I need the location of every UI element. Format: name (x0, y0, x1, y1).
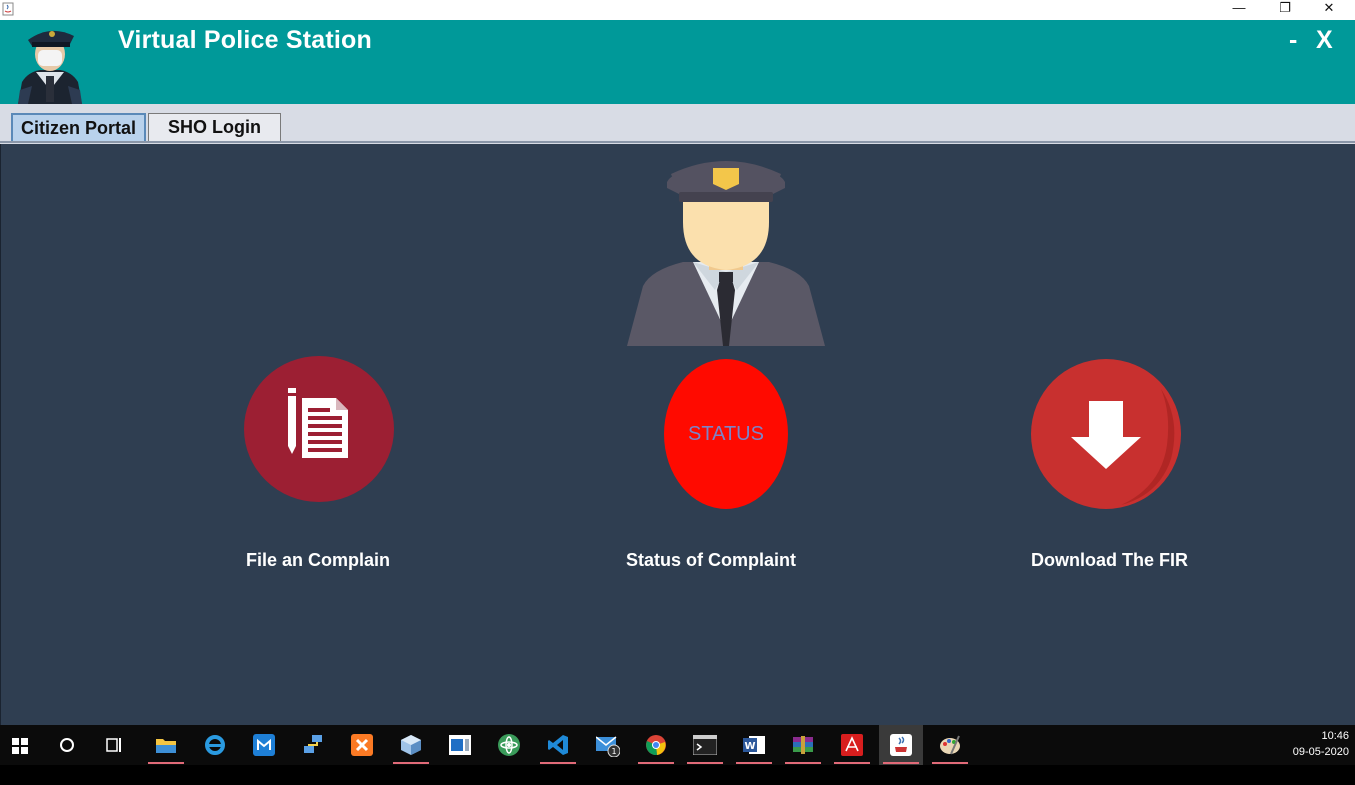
app-minimize-button[interactable]: - (1289, 26, 1297, 55)
screen-bottom-edge (0, 765, 1355, 785)
taskbar-xampp[interactable] (340, 725, 384, 765)
xampp-icon (351, 734, 373, 756)
os-window-titlebar: — ❐ ✕ (0, 0, 1355, 20)
cube-icon (401, 735, 421, 755)
taskbar-network-app[interactable] (291, 725, 335, 765)
tab-sho-login[interactable]: SHO Login (148, 113, 281, 141)
window-minimize-button[interactable]: — (1216, 0, 1262, 18)
running-indicator (540, 762, 576, 764)
police-officer-logo-icon (18, 30, 82, 104)
taskbar-mail[interactable]: 1 (585, 725, 629, 765)
taskbar-vscode[interactable] (536, 725, 580, 765)
taskbar-atom[interactable] (487, 725, 531, 765)
clock-date: 09-05-2020 (1292, 746, 1349, 758)
search-circle-icon (60, 738, 74, 752)
running-indicator (932, 762, 968, 764)
status-badge-text: STATUS (688, 423, 764, 445)
taskbar-blue-app[interactable] (242, 725, 286, 765)
taskbar-file-explorer[interactable] (144, 725, 188, 765)
winrar-icon (793, 736, 813, 754)
taskbar-internet-explorer[interactable] (193, 725, 237, 765)
file-complaint-button[interactable] (244, 356, 394, 502)
app-title: Virtual Police Station (118, 26, 372, 54)
taskbar-java-active[interactable] (879, 725, 923, 765)
running-indicator (638, 762, 674, 764)
tab-divider (0, 141, 1355, 143)
windows-taskbar: 1 W 10:46 09-05-2020 (0, 725, 1355, 765)
status-of-complaint-label[interactable]: Status of Complaint (626, 550, 796, 571)
java-app-icon (2, 2, 14, 16)
running-indicator (785, 762, 821, 764)
taskbar-word[interactable]: W (732, 725, 776, 765)
window-close-button[interactable]: ✕ (1306, 0, 1352, 18)
taskbar-terminal[interactable] (683, 725, 727, 765)
app-window-icon (253, 734, 275, 756)
document-icon (288, 388, 348, 458)
download-arrow-icon (1071, 389, 1175, 505)
running-indicator (148, 762, 184, 764)
task-view-icon (106, 738, 121, 752)
running-indicator (883, 762, 919, 764)
taskbar-winrar[interactable] (781, 725, 825, 765)
acrobat-icon (841, 734, 863, 756)
system-clock[interactable]: 10:46 09-05-2020 (1293, 728, 1349, 760)
mail-badge-count: 1 (611, 747, 616, 756)
citizen-portal-panel: File an Complain STATUS Status of Compla… (0, 144, 1355, 725)
vscode-icon (548, 735, 568, 755)
search-button[interactable] (45, 725, 89, 765)
taskbar-virtualbox[interactable] (389, 725, 433, 765)
atom-icon (498, 734, 520, 756)
java-icon (890, 734, 912, 756)
start-button[interactable] (0, 725, 44, 765)
windows-icon (12, 738, 28, 754)
file-complaint-label[interactable]: File an Complain (246, 550, 390, 571)
running-indicator (736, 762, 772, 764)
paint-palette-icon (940, 735, 960, 755)
task-view-button[interactable] (92, 725, 136, 765)
running-indicator (834, 762, 870, 764)
window-icon (449, 735, 471, 755)
mail-icon: 1 (596, 736, 620, 757)
folder-icon (156, 739, 176, 753)
svg-text:W: W (744, 741, 755, 752)
clock-time: 10:46 (1321, 730, 1349, 742)
download-fir-button[interactable] (1031, 359, 1181, 509)
status-button[interactable]: STATUS (664, 359, 788, 509)
tab-strip: Citizen Portal SHO Login (0, 104, 1355, 144)
window-restore-button[interactable]: ❐ (1262, 0, 1308, 18)
word-icon: W (743, 736, 765, 754)
running-indicator (393, 762, 429, 764)
chrome-icon (646, 735, 666, 756)
police-officer-illustration-icon (627, 161, 825, 346)
running-indicator (687, 762, 723, 764)
ie-icon (205, 735, 225, 755)
app-close-button[interactable]: X (1316, 26, 1333, 55)
network-icon (304, 735, 322, 753)
tab-citizen-portal[interactable]: Citizen Portal (11, 113, 146, 141)
download-fir-label[interactable]: Download The FIR (1031, 550, 1188, 571)
terminal-icon (693, 735, 717, 755)
taskbar-acrobat[interactable] (830, 725, 874, 765)
app-header: Virtual Police Station - X (0, 20, 1355, 104)
taskbar-window-app[interactable] (438, 725, 482, 765)
taskbar-paint[interactable] (928, 725, 972, 765)
taskbar-chrome[interactable] (634, 725, 678, 765)
